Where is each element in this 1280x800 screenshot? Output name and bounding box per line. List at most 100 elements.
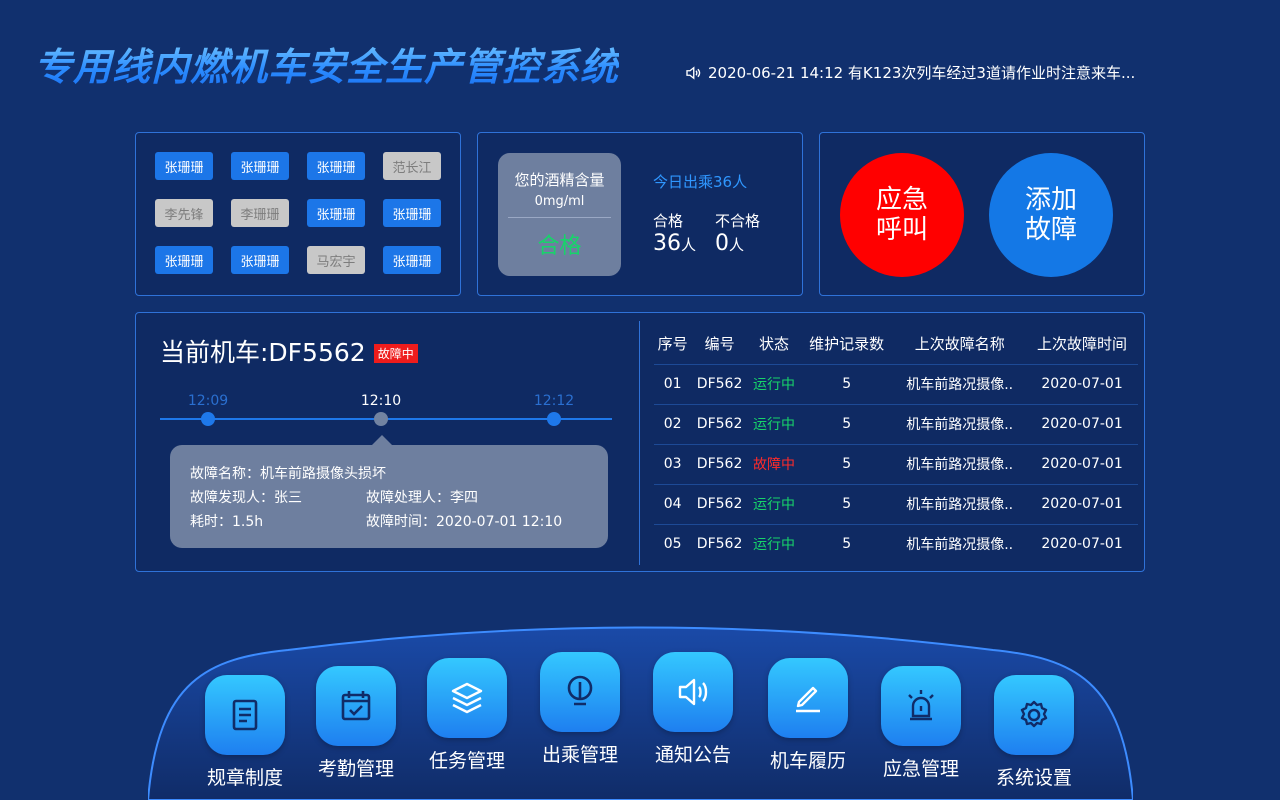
table-cell: 04 [654,483,692,524]
staff-chip[interactable]: 李先锋 [155,199,213,227]
staff-chip[interactable]: 范长江 [383,152,441,180]
dock-label: 规章制度 [206,767,283,789]
dock-item-3[interactable]: 出乘管理 [525,652,635,767]
table-cell: 故障中 [747,443,801,484]
dock-item-7[interactable]: 系统设置 [979,675,1089,790]
table-cell: DF562 [691,483,748,524]
staff-chip[interactable]: 马宏宇 [307,246,365,274]
actions-panel: 应急 呼叫 添加 故障 [819,132,1145,296]
fail-value: 0人 [715,231,745,256]
table-cell: 5 [800,443,894,484]
alcohol-value: 0mg/ml [534,194,585,209]
staff-chip[interactable]: 张珊珊 [383,199,441,227]
dock-label: 系统设置 [995,767,1072,789]
table-cell: 2020-07-01 [1026,443,1138,484]
table-header: 上次故障时间 [1037,335,1128,354]
pass-label: 合格 [653,212,684,230]
dock-item-1[interactable]: 考勤管理 [301,666,411,781]
dock-item-0[interactable]: 规章制度 [190,675,300,790]
table-row[interactable]: 01 DF562 运行中 5 机车前路况摄像.. 2020-07-01 [654,363,1138,404]
timeline-time: 12:12 [533,393,575,409]
status-badge: 故障中 [373,343,418,363]
table-cell: 5 [800,483,894,524]
staff-chip[interactable]: 李珊珊 [231,199,289,227]
timeline-node-active[interactable] [374,412,388,426]
table-header: 上次故障名称 [914,335,1005,354]
table-cell: 5 [800,363,894,404]
table-row[interactable]: 03 DF562 故障中 5 机车前路况摄像.. 2020-07-01 [654,443,1138,484]
divider [639,321,640,565]
loco-table: 序号 编号 状态 维护记录数 上次故障名称 上次故障时间 01 DF562 运行中 5 机车前路况… [654,324,1138,564]
fault-duration: 耗时：1.5h [190,514,264,530]
table-cell: 03 [654,443,692,484]
table-cell: 2020-07-01 [1026,483,1138,524]
fail-label: 不合格 [715,212,761,230]
dock-label: 出乘管理 [541,744,618,766]
dock-item-5[interactable]: 机车履历 [753,658,863,773]
fault-name: 故障名称：机车前路摄像头损坏 [190,466,386,482]
table-cell: DF562 [691,363,748,404]
staff-chip[interactable]: 张珊珊 [383,246,441,274]
table-cell: 2020-07-01 [1026,403,1138,444]
emergency-call-button[interactable]: 应急 呼叫 [840,153,964,277]
timeline-time: 12:10 [360,393,402,409]
dock-label: 通知公告 [654,744,731,766]
calendar-check-icon [341,691,371,721]
table-cell: 运行中 [747,523,801,564]
fault-finder: 故障发现人：张三 [190,490,302,506]
page-title: 专用线内燃机车安全生产管控系统 [34,36,619,91]
pencil-icon [796,686,820,713]
table-row[interactable]: 04 DF562 运行中 5 机车前路况摄像.. 2020-07-01 [654,483,1138,524]
fault-handler: 故障处理人：李四 [366,490,478,506]
table-cell: 机车前路况摄像.. [893,363,1027,404]
staff-panel: 张珊珊 张珊珊 张珊珊 范长江 李先锋 李珊珊 张珊珊 张珊珊 张珊珊 张珊珊 马宏宇 张珊珊 [135,132,461,296]
table-cell: 机车前路况摄像.. [893,403,1027,444]
timeline-node[interactable] [547,412,561,426]
dock-item-4[interactable]: 通知公告 [638,652,748,767]
layers-icon [451,682,483,714]
staff-chip[interactable]: 张珊珊 [231,152,289,180]
table-cell: 2020-07-01 [1026,363,1138,404]
table-header: 序号 [657,335,688,354]
divider [508,217,611,218]
dock-label: 任务管理 [428,750,505,772]
alcohol-title: 您的酒精含量 [514,171,605,189]
dock-item-6[interactable]: 应急管理 [866,666,976,781]
document-icon [232,699,258,731]
table-cell: 5 [800,403,894,444]
staff-chip[interactable]: 张珊珊 [155,246,213,274]
table-cell: 机车前路况摄像.. [893,443,1027,484]
dock-item-2[interactable]: 任务管理 [412,658,522,773]
table-header: 编号 [704,335,735,354]
table-row[interactable]: 02 DF562 运行中 5 机车前路况摄像.. 2020-07-01 [654,403,1138,444]
staff-chip[interactable]: 张珊珊 [155,152,213,180]
alcohol-panel: 您的酒精含量 0mg/ml 合格 今日出乘36人 合格 不合格 36人 0人 [477,132,803,296]
add-fault-button[interactable]: 添加 故障 [989,153,1113,277]
table-cell: DF562 [691,443,748,484]
staff-chip[interactable]: 张珊珊 [231,246,289,274]
table-cell: 机车前路况摄像.. [893,483,1027,524]
table-cell: 运行中 [747,483,801,524]
table-cell: 02 [654,403,692,444]
speaker-icon [678,678,708,706]
speaker-icon [686,65,701,80]
timeline: 12:09 12:10 12:12 [160,393,612,433]
table-cell: 运行中 [747,363,801,404]
table-cell: 01 [654,363,692,404]
timeline-node[interactable] [201,412,215,426]
staff-chip[interactable]: 张珊珊 [307,199,365,227]
table-row[interactable]: 05 DF562 运行中 5 机车前路况摄像.. 2020-07-01 [654,523,1138,564]
notice-text: 2020-06-21 14:12 有K123次列车经过3道请作业时注意来车... [708,64,1136,82]
table-cell: 运行中 [747,403,801,444]
dock-label: 应急管理 [882,758,959,780]
staff-chip[interactable]: 张珊珊 [307,152,365,180]
alcohol-result: 合格 [537,234,582,259]
fault-time: 故障时间：2020-07-01 12:10 [366,514,563,530]
dock-label: 机车履历 [769,750,846,772]
table-cell: DF562 [691,523,748,564]
alcohol-result-card: 您的酒精含量 0mg/ml 合格 [498,153,621,276]
alarm-light-icon [908,690,934,721]
notice-bar[interactable]: 2020-06-21 14:12 有K123次列车经过3道请作业时注意来车... [684,62,1135,83]
table-cell: 05 [654,523,692,564]
signal-post-icon [567,675,593,706]
